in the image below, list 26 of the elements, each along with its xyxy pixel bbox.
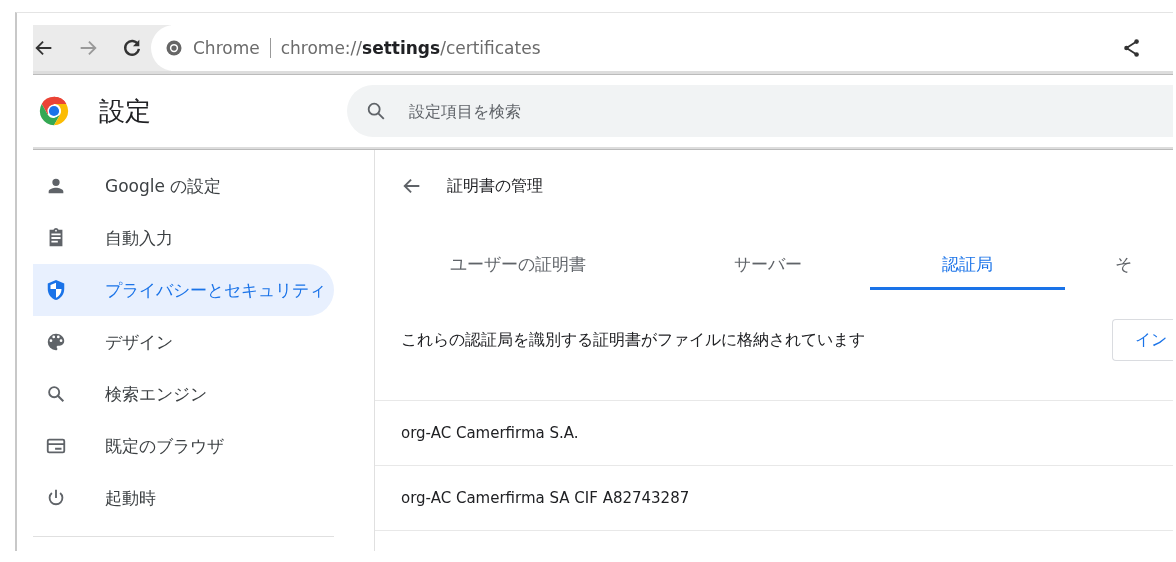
sidebar-item[interactable]: 検索エンジン — [33, 368, 334, 420]
tab[interactable]: ユーザーの証明書 — [395, 242, 640, 290]
site-label: Chrome — [193, 38, 260, 58]
certificate-row[interactable]: org-AC Camerfirma SA CIF A82743287 — [375, 466, 1173, 531]
import-button[interactable]: イン — [1112, 319, 1173, 361]
tab[interactable]: 認証局 — [870, 242, 1065, 290]
search-icon — [45, 383, 67, 405]
certificate-row[interactable]: org-AC Camerfirma S.A. — [375, 401, 1173, 466]
palette-icon — [45, 331, 67, 353]
section-title: 証明書の管理 — [447, 175, 543, 197]
page-title: 設定 — [99, 94, 152, 128]
shield-icon — [45, 279, 67, 301]
chrome-icon — [165, 39, 183, 57]
search-icon — [365, 100, 387, 122]
sidebar-item[interactable]: 自動入力 — [33, 212, 334, 264]
sidebar-item[interactable]: デザイン — [33, 316, 334, 368]
tab[interactable]: サーバー — [665, 242, 870, 290]
sidebar-item[interactable]: 起動時 — [33, 472, 334, 524]
chrome-logo-icon — [37, 94, 71, 128]
description-text: これらの認証局を識別する証明書がファイルに格納されています — [401, 329, 865, 351]
sidebar-item[interactable]: 既定のブラウザ — [33, 420, 334, 472]
sidebar-item[interactable]: プライバシーとセキュリティ — [33, 264, 334, 316]
url-text[interactable]: chrome://settings/certificates — [280, 38, 541, 58]
reload-icon[interactable] — [121, 37, 143, 59]
sidebar-item[interactable]: Google の設定 — [33, 160, 334, 212]
tab[interactable]: そ — [1115, 242, 1173, 290]
